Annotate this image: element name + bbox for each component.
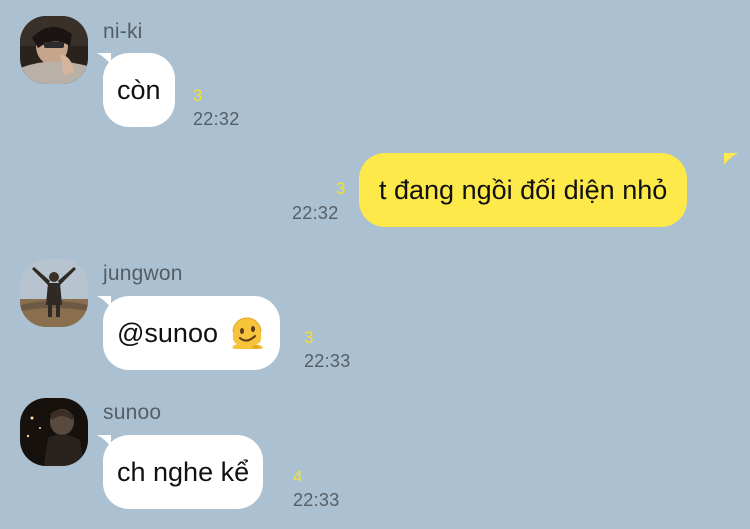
bubble-tail	[97, 53, 111, 65]
message-time: 22:33	[304, 351, 351, 371]
bubble-tail	[97, 296, 111, 308]
message-bubble[interactable]: ch nghe kể	[103, 435, 264, 509]
message-text: @sunoo	[117, 317, 218, 348]
bubble-tail	[97, 435, 111, 447]
message-time: 22:33	[293, 490, 340, 510]
sender-avatar-sunoo[interactable]	[20, 398, 88, 466]
sender-name: ni-ki	[103, 20, 143, 43]
sender-name: sunoo	[103, 401, 162, 424]
message-text: ch nghe kể	[117, 456, 250, 487]
message-bubble-outgoing[interactable]: t đang ngồi đối diện nhỏ	[359, 153, 688, 227]
message-text: t đang ngồi đối diện nhỏ	[379, 174, 668, 205]
unread-count: 3	[336, 179, 346, 198]
message-time: 22:32	[193, 109, 240, 129]
message-bubble[interactable]: @sunoo	[103, 296, 280, 370]
sender-avatar-jungwon[interactable]	[20, 259, 88, 327]
message-bubble[interactable]: còn	[103, 53, 175, 127]
avatar-photo-icon	[20, 16, 88, 84]
avatar-photo-icon	[20, 259, 88, 327]
sender-name: jungwon	[103, 262, 183, 285]
unread-count: 3	[304, 328, 314, 347]
avatar-photo-icon	[20, 398, 88, 466]
message-text: còn	[117, 74, 161, 105]
melting-face-emoji-icon	[228, 314, 266, 352]
message-time: 22:32	[292, 203, 339, 223]
sender-avatar-niki[interactable]	[20, 16, 88, 84]
unread-count: 3	[193, 86, 203, 105]
bubble-tail	[724, 153, 738, 165]
unread-count: 4	[293, 467, 303, 486]
